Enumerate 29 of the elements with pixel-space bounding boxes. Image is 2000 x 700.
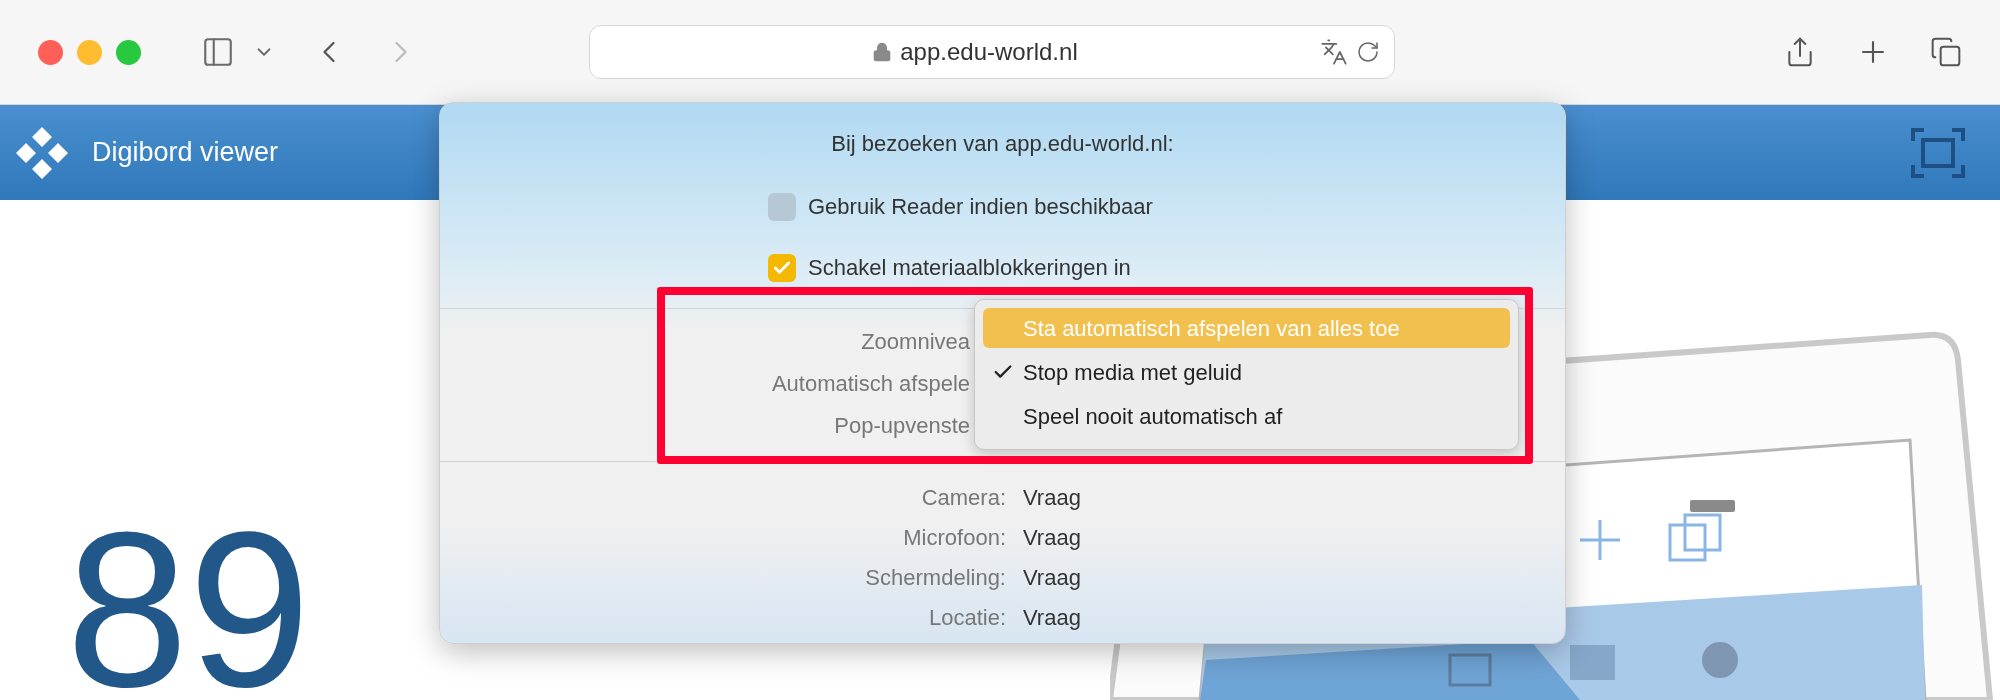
big-number: 89 [66,500,311,700]
checkbox[interactable] [768,253,796,282]
logo-icon [14,124,70,181]
checkbox-label: Gebruik Reader indien beschikbaar [808,193,1153,221]
checkbox-label: Schakel materiaalblokkeringen in [808,254,1131,282]
permission-value[interactable]: Vraag [1023,524,1081,552]
permission-label: Camera: [921,484,1006,512]
translate-icon[interactable] [1320,38,1348,66]
close-window-icon[interactable] [38,39,63,65]
url-text: app.edu-world.nl [900,37,1078,67]
permission-label: Microfoon: [903,524,1006,552]
setting-label: Zoomnivea [861,328,970,356]
setting-label: Pop-upvenste [834,412,970,440]
address-field[interactable]: app.edu-world.nl [589,25,1395,79]
tabs-overview-icon[interactable] [1930,36,1962,68]
permission-label: Locatie: [928,604,1006,632]
setting-label: Automatisch afspele [771,370,970,398]
reload-icon[interactable] [1356,40,1380,64]
sidebar-icon[interactable] [201,35,235,69]
permission-value[interactable]: Vraag [1023,484,1081,512]
lock-icon [872,42,893,62]
permission-label: Schermdeling: [865,564,1006,592]
menu-item[interactable]: Speel nooit automatisch af [983,396,1510,436]
menu-item[interactable]: Stop media met geluid [983,352,1510,392]
permission-value[interactable]: Vraag [1023,604,1081,632]
popover-title: Bij bezoeken van app.edu-world.nl: [831,130,1174,158]
checkbox[interactable] [768,192,796,221]
permission-value[interactable]: Vraag [1023,564,1081,592]
app-title: Digibord viewer [92,136,279,170]
